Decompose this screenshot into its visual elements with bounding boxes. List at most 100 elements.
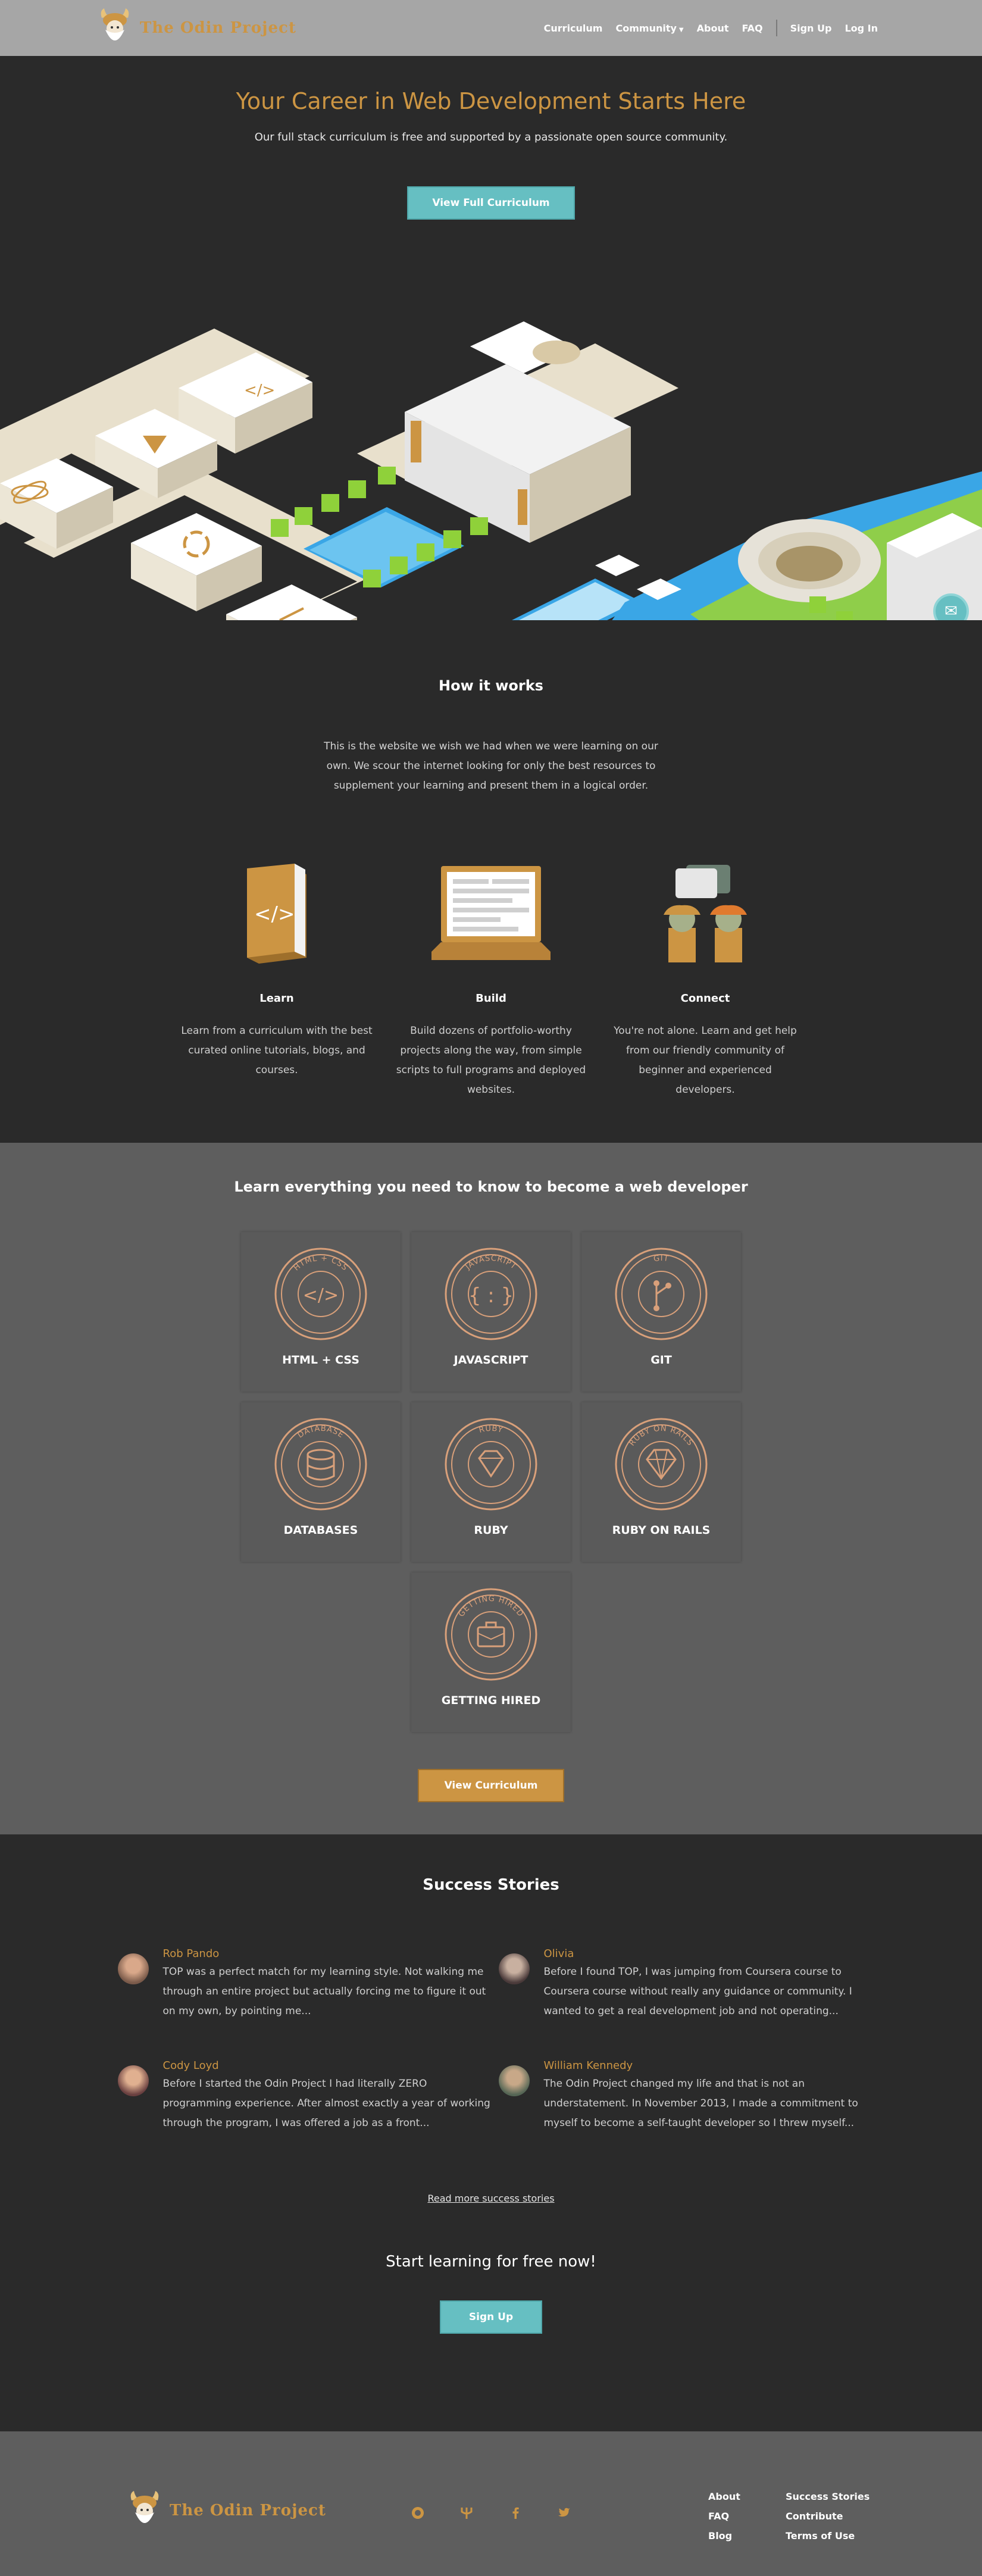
social-links (411, 2506, 571, 2520)
footer-blog-link[interactable]: Blog (708, 2530, 786, 2541)
odin-logo-icon (101, 8, 129, 40)
feature-learn-text: Learn from a curriculum with the best cu… (181, 1025, 373, 1076)
badge-card[interactable]: GIT GIT (581, 1232, 741, 1392)
nav-log-in[interactable]: Log In (845, 23, 878, 34)
rails-gem-icon: RUBY ON RAILS (615, 1418, 708, 1511)
badge-name: GIT (651, 1353, 672, 1367)
svg-text:</>: </> (254, 902, 295, 926)
twitter-icon[interactable] (557, 2506, 571, 2520)
laptop-icon (394, 860, 588, 966)
view-full-curriculum-button[interactable]: View Full Curriculum (407, 186, 575, 220)
footer-links: About Success Stories FAQ Contribute Blo… (708, 2491, 881, 2541)
footer-brand-link[interactable]: The Odin Project (128, 2490, 326, 2531)
nav-sign-up[interactable]: Sign Up (790, 23, 832, 34)
feature-connect-title: Connect (680, 992, 730, 1005)
hero-subtitle: Our full stack curriculum is free and su… (254, 131, 728, 143)
story-author-link[interactable]: Rob Pando (163, 1947, 220, 1960)
footer-contribute-link[interactable]: Contribute (786, 2511, 881, 2522)
sign-up-button[interactable]: Sign Up (440, 2300, 542, 2334)
svg-text:GIT: GIT (653, 1254, 670, 1264)
svg-text:GETTING HIRED: GETTING HIRED (457, 1595, 525, 1619)
footer-about-link[interactable]: About (708, 2491, 786, 2502)
avatar (117, 1953, 149, 1984)
story-text: The Odin Project changed my life and tha… (543, 2078, 858, 2129)
badge-card[interactable]: HTML + CSS </> HTML + CSS (241, 1232, 401, 1392)
feature-connect: Connect You're not alone. Learn and get … (608, 860, 802, 1100)
story-author-link[interactable]: William Kennedy (544, 2059, 633, 2072)
footer-terms-link[interactable]: Terms of Use (786, 2530, 881, 2541)
nav-community-label: Community (615, 22, 677, 34)
story-item: Cody Loyd Before I started the Odin Proj… (117, 2059, 499, 2133)
svg-text:RUBY ON RAILS: RUBY ON RAILS (628, 1424, 695, 1448)
badge-grid: HTML + CSS </> HTML + CSS JAVASCRIPT{ : } JA… (240, 1232, 742, 1732)
badge-ring-text: HTML + CSS (292, 1254, 349, 1273)
nav-about[interactable]: About (697, 23, 729, 34)
story-item: Olivia Before I found TOP, I was jumping… (498, 1947, 865, 2021)
badge-ring-text: JAVASCRIPT (464, 1254, 518, 1272)
badge-card[interactable]: DATABASE DATABASES (241, 1402, 401, 1562)
story-text: Before I started the Odin Project I had … (162, 2078, 490, 2129)
nav-links: Curriculum Community ▼ About FAQ Sign Up … (544, 20, 878, 36)
nav-faq[interactable]: FAQ (742, 23, 762, 34)
badge-name: HTML + CSS (282, 1353, 359, 1367)
hero-section: Your Career in Web Development Starts He… (0, 56, 982, 620)
facebook-icon[interactable] (508, 2506, 523, 2520)
story-author-link[interactable]: Cody Loyd (163, 2059, 219, 2072)
community-vikings-icon (608, 860, 802, 966)
book-icon: </> (180, 860, 374, 966)
read-more-stories-link[interactable]: Read more success stories (0, 2193, 982, 2204)
code-brackets-icon: HTML + CSS </> (274, 1248, 367, 1340)
badge-ring-text: DATABASE (296, 1424, 345, 1440)
story-grid: Rob Pando TOP was a perfect match for my… (117, 1947, 865, 2133)
footer-faq-link[interactable]: FAQ (708, 2511, 786, 2522)
story-item: William Kennedy The Odin Project changed… (498, 2059, 865, 2133)
briefcase-icon: GETTING HIRED (445, 1588, 537, 1681)
svg-text:RUBY: RUBY (478, 1424, 504, 1435)
success-stories-section: Success Stories Rob Pando TOP was a perf… (0, 1834, 982, 2431)
isometric-city-illustration: </> (0, 321, 982, 620)
badge-name: RUBY ON RAILS (612, 1524, 711, 1537)
svg-text:</>: </> (303, 1285, 339, 1306)
feature-learn-title: Learn (259, 992, 294, 1005)
badge-ring-text: GETTING HIRED (457, 1595, 524, 1619)
how-it-works-intro: This is the website we wish we had when … (324, 740, 658, 792)
view-curriculum-button[interactable]: View Curriculum (418, 1769, 564, 1802)
github-icon[interactable] (411, 2506, 425, 2520)
avatar (117, 2065, 149, 2096)
git-branch-icon: GIT (615, 1248, 708, 1340)
odin-logo-icon (130, 2491, 159, 2523)
badge-ring-text: GIT (653, 1254, 669, 1264)
feature-build-text: Build dozens of portfolio-worthy project… (396, 1025, 586, 1096)
footer-brand-name: The Odin Project (170, 2502, 326, 2519)
feature-list: </> Learn Learn from a curriculum with t… (0, 860, 982, 1100)
footer-success-stories-link[interactable]: Success Stories (786, 2491, 881, 2502)
how-it-works-section: How it works This is the website we wish… (0, 620, 982, 1143)
badge-name: GETTING HIRED (441, 1694, 541, 1707)
feature-build: Build Build dozens of portfolio-worthy p… (394, 860, 588, 1100)
gem-icon: RUBY (445, 1418, 537, 1511)
chevron-down-icon: ▼ (678, 26, 684, 33)
story-item: Rob Pando TOP was a perfect match for my… (117, 1947, 499, 2021)
story-text: TOP was a perfect match for my learning … (162, 1966, 486, 2017)
how-it-works-title: How it works (439, 677, 543, 694)
curriculum-paths-section: Learn everything you need to know to bec… (0, 1143, 982, 1834)
database-icon: DATABASE (274, 1418, 367, 1511)
badge-card[interactable]: RUBY RUBY (411, 1402, 571, 1562)
nav-community[interactable]: Community ▼ (615, 23, 683, 34)
badge-card[interactable]: JAVASCRIPT { : } JAVASCRIPT (411, 1232, 571, 1392)
svg-text:{ : }: { : } (468, 1284, 514, 1308)
story-author-link[interactable]: Olivia (544, 1947, 574, 1960)
start-learning-title: Start learning for free now! (386, 2253, 596, 2271)
badge-name: JAVASCRIPT (454, 1353, 528, 1367)
hero-title: Your Career in Web Development Starts He… (236, 88, 746, 114)
svg-text:JAVASCRIPT: JAVASCRIPT (464, 1254, 518, 1272)
badge-card[interactable]: GETTING HIRED GETTING HIRED (411, 1573, 571, 1732)
nav-curriculum[interactable]: Curriculum (544, 23, 603, 34)
feature-connect-text: You're not alone. Learn and get help fro… (614, 1025, 797, 1096)
story-text: Before I found TOP, I was jumping from C… (543, 1966, 852, 2017)
brand-link[interactable]: The Odin Project (98, 7, 296, 49)
badge-card[interactable]: RUBY ON RAILS RUBY ON RAILS (581, 1402, 741, 1562)
curly-braces-icon: JAVASCRIPT { : } (445, 1248, 537, 1340)
paths-title: Learn everything you need to know to bec… (234, 1178, 748, 1195)
trident-icon[interactable] (459, 2506, 474, 2520)
